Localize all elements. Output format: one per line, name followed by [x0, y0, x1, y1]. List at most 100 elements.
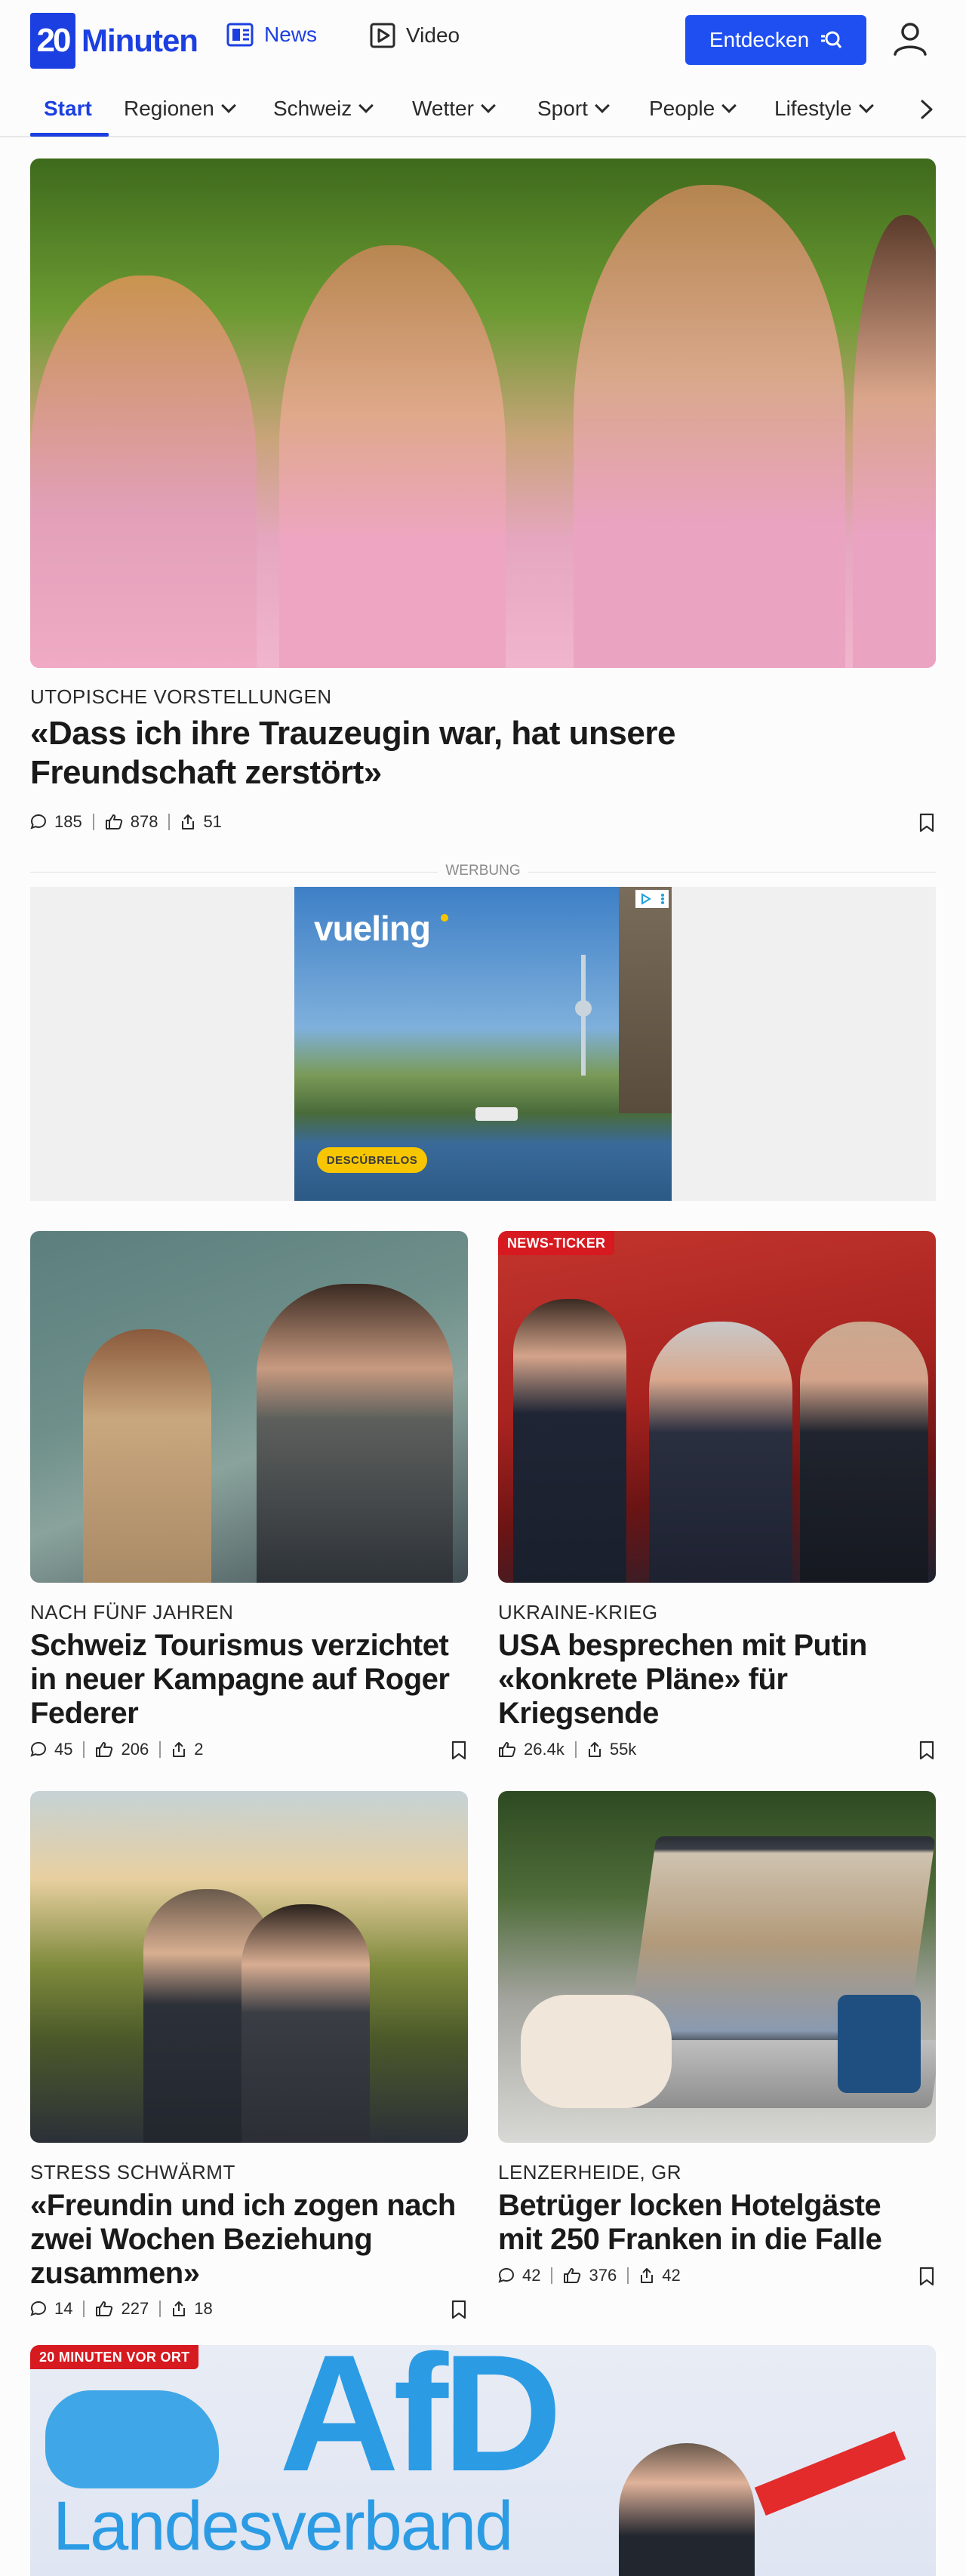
nav-video-link[interactable]: Video: [370, 23, 460, 48]
discover-button[interactable]: Entdecken: [685, 15, 866, 65]
thumbs-up-icon: [96, 1742, 113, 1757]
tab-label: Start: [44, 97, 92, 120]
logo[interactable]: 20 Minuten: [30, 13, 198, 69]
share-icon: [182, 814, 195, 829]
thumbs-up-icon: [564, 2268, 581, 2283]
bookmark-icon[interactable]: [451, 1740, 467, 1760]
ad-label: WERBUNG: [445, 863, 521, 879]
chevron-down-icon: [858, 98, 874, 113]
on-site-badge: 20 MINUTEN VOR ORT: [30, 2345, 199, 2369]
comment-count-value: 45: [54, 1740, 73, 1759]
share-icon: [173, 2301, 186, 2316]
hero-image[interactable]: [30, 158, 936, 668]
logo-text: Minuten: [82, 23, 198, 58]
ad-cta-button[interactable]: DESCÚBRELOS: [317, 1147, 427, 1173]
article-headline[interactable]: USA besprechen mit Putin «konkrete Pläne…: [498, 1629, 921, 1731]
article-image[interactable]: [30, 1791, 468, 2143]
newspaper-icon: [226, 23, 254, 47]
article-meta: 42 376 42: [498, 2266, 681, 2285]
article-headline[interactable]: «Freundin und ich zogen nach zwei Wochen…: [30, 2189, 468, 2291]
share-icon: [173, 1742, 186, 1757]
article-meta: 45 206 2: [30, 1740, 203, 1759]
chevron-right-icon[interactable]: [915, 98, 937, 121]
tab-label: Regionen: [124, 97, 214, 120]
share-count-value: 51: [203, 812, 222, 831]
ad-creative[interactable]: vueling DESCÚBRELOS: [294, 887, 672, 1201]
like-count[interactable]: 206: [95, 1740, 149, 1759]
comment-icon: [30, 1741, 47, 1757]
search-icon: [821, 31, 842, 48]
bookmark-icon[interactable]: [918, 1740, 935, 1760]
article-kicker: UTOPISCHE VORSTELLUNGEN: [30, 685, 332, 708]
discover-button-label: Entdecken: [709, 28, 810, 51]
like-count[interactable]: 227: [95, 2299, 149, 2319]
share-count-value: 2: [194, 1740, 204, 1759]
tab-people[interactable]: People: [649, 97, 737, 121]
site-header: 20 Minuten News Video Entdecken: [0, 0, 966, 80]
user-icon[interactable]: [891, 20, 930, 59]
share-count[interactable]: 2: [171, 1740, 203, 1759]
like-count-value: 206: [121, 1740, 149, 1759]
hero-headline[interactable]: «Dass ich ihre Trauzeugin war, hat unser…: [30, 714, 860, 792]
bookmark-icon[interactable]: [918, 813, 935, 833]
article-image[interactable]: NEWS-TICKER: [498, 1231, 936, 1583]
tab-regionen[interactable]: Regionen: [124, 97, 236, 121]
chevron-down-icon: [595, 98, 610, 113]
chevron-down-icon: [721, 98, 737, 113]
tab-label: Wetter: [412, 97, 474, 120]
article-headline[interactable]: Betrüger locken Hotelgäste mit 250 Frank…: [498, 2189, 921, 2257]
comment-count[interactable]: 45: [30, 1740, 72, 1759]
bookmark-icon[interactable]: [451, 2300, 467, 2319]
tab-lifestyle[interactable]: Lifestyle: [774, 97, 874, 121]
comment-count[interactable]: 185: [30, 812, 82, 832]
share-count[interactable]: 55k: [587, 1740, 636, 1759]
share-count[interactable]: 42: [639, 2266, 681, 2285]
comment-count[interactable]: 42: [498, 2266, 540, 2285]
share-count-value: 55k: [609, 1740, 637, 1759]
nav-news-link[interactable]: News: [226, 23, 317, 47]
nav-news-label: News: [264, 23, 318, 46]
article-meta: 185 878 51: [30, 812, 222, 832]
logo-mark: 20: [30, 13, 75, 69]
like-count[interactable]: 26.4k: [498, 1740, 565, 1759]
share-icon: [641, 2268, 654, 2283]
comment-icon: [30, 814, 47, 829]
image-text: AfD: [279, 2345, 562, 2506]
comment-icon: [30, 2301, 47, 2316]
nav-video-label: Video: [406, 23, 460, 47]
article-meta: 26.4k 55k: [498, 1740, 636, 1759]
like-count[interactable]: 376: [563, 2266, 617, 2285]
bookmark-icon[interactable]: [918, 2267, 935, 2286]
chevron-down-icon: [220, 98, 236, 113]
ad-choices-icon[interactable]: [635, 890, 669, 908]
article-kicker: STRESS SCHWÄRMT: [30, 2161, 235, 2184]
article-kicker: UKRAINE-KRIEG: [498, 1601, 658, 1623]
comment-count[interactable]: 14: [30, 2299, 72, 2319]
chevron-down-icon: [358, 98, 374, 113]
tab-schweiz[interactable]: Schweiz: [273, 97, 374, 121]
tab-sport[interactable]: Sport: [537, 97, 610, 121]
thumbs-up-icon: [96, 2301, 113, 2316]
like-count-value: 878: [130, 812, 158, 831]
category-nav: Start Regionen Schweiz Wetter Sport Peop…: [0, 80, 966, 137]
play-icon: [370, 23, 395, 48]
article-image[interactable]: [498, 1791, 936, 2143]
article-headline[interactable]: Schweiz Tourismus verzichtet in neuer Ka…: [30, 1629, 468, 1731]
like-count[interactable]: 878: [105, 812, 158, 832]
chevron-down-icon: [481, 98, 496, 113]
article-kicker: NACH FÜNF JAHREN: [30, 1601, 234, 1623]
article-image[interactable]: AfD Landesverband 20 MINUTEN VOR ORT: [30, 2345, 936, 2576]
article-image[interactable]: [30, 1231, 468, 1583]
share-count-value: 18: [194, 2299, 213, 2318]
share-count[interactable]: 51: [180, 812, 222, 832]
tab-start[interactable]: Start: [44, 97, 92, 121]
tab-label: Sport: [537, 97, 588, 120]
thumbs-up-icon: [499, 1742, 516, 1757]
like-count-value: 26.4k: [524, 1740, 565, 1759]
tab-label: People: [649, 97, 715, 120]
tab-wetter[interactable]: Wetter: [412, 97, 496, 121]
share-count[interactable]: 18: [171, 2299, 213, 2319]
share-icon: [588, 1742, 601, 1757]
news-ticker-badge: NEWS-TICKER: [498, 1231, 615, 1255]
article-kicker: LENZERHEIDE, GR: [498, 2161, 681, 2184]
